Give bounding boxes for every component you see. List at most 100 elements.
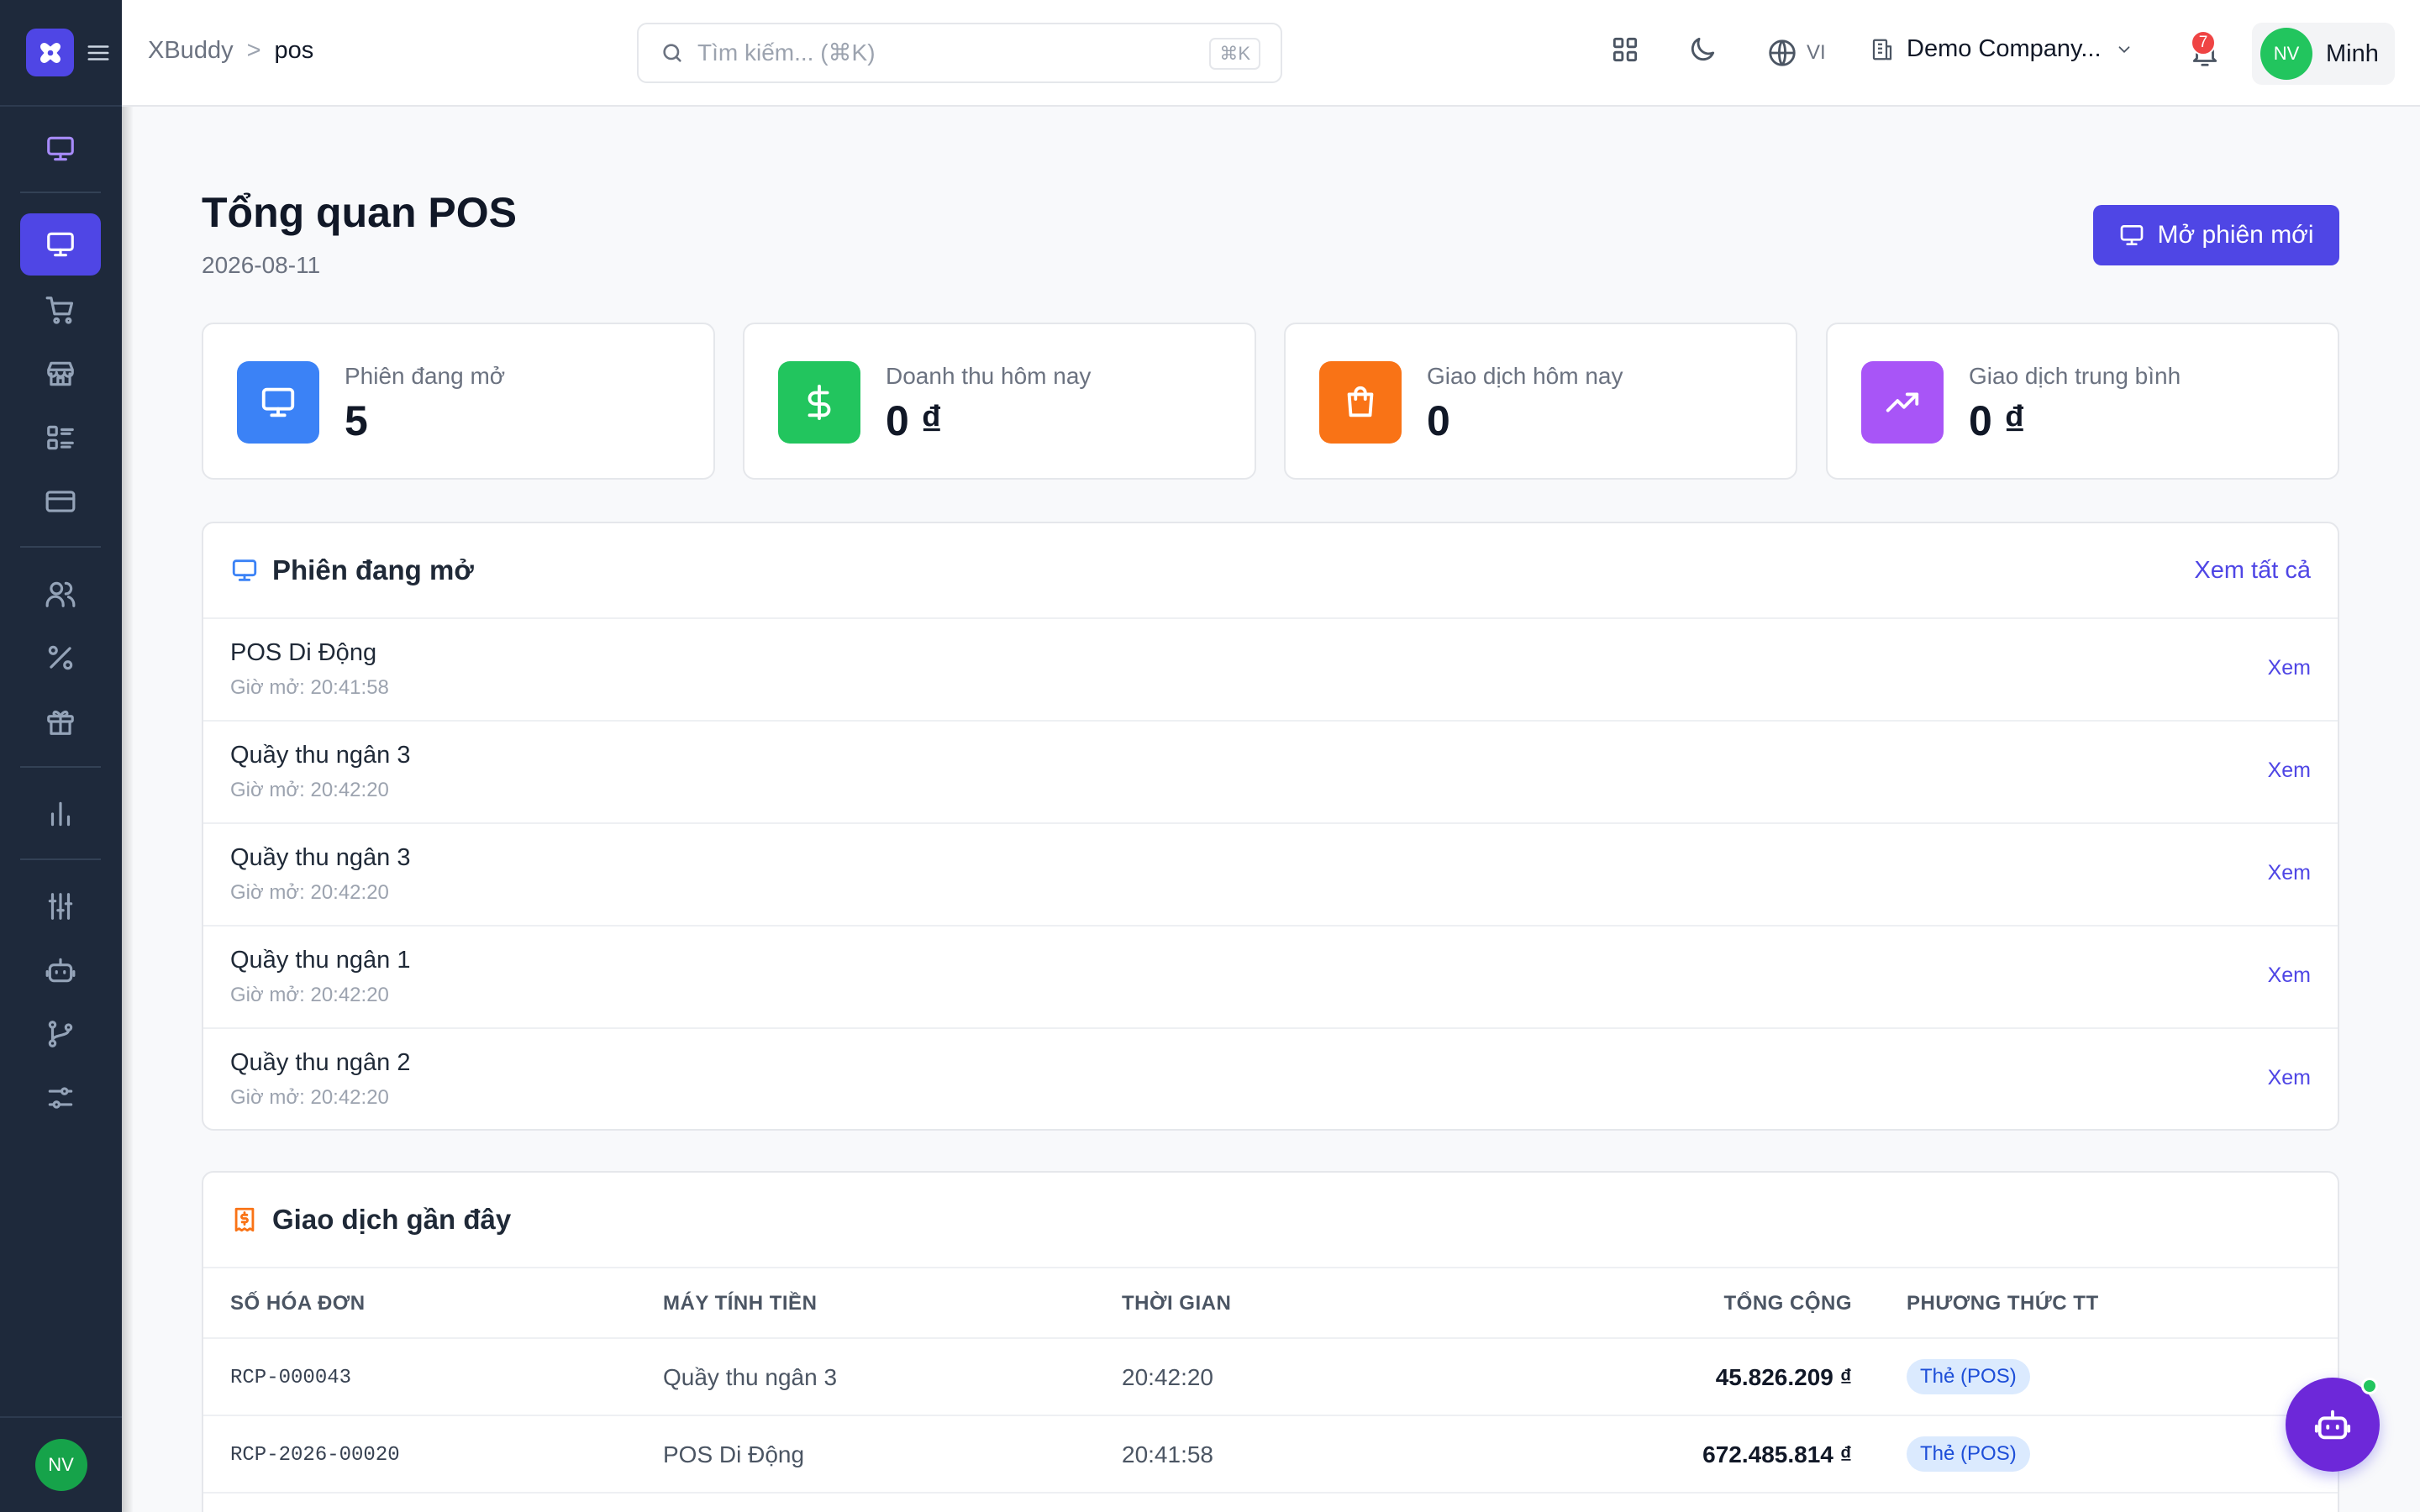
sidebar-item-settings[interactable] (20, 1067, 101, 1129)
dollar-icon (808, 384, 831, 421)
search-bar[interactable]: ⌘K (637, 23, 1282, 83)
view-session-link[interactable]: Xem (2268, 861, 2311, 885)
trending-up-icon (1886, 392, 1919, 412)
monitor-icon (232, 559, 257, 581)
breadcrumb: XBuddy > pos (148, 37, 313, 65)
open-new-session-button[interactable]: Mở phiên mới (2093, 205, 2339, 265)
view-session-link[interactable]: Xem (2268, 963, 2311, 988)
card-header: Giao dịch gần đây (203, 1173, 2338, 1268)
session-open-time: Giờ mở: 20:42:20 (230, 1086, 389, 1109)
column-header: MÁY TÍNH TIỀN (663, 1292, 818, 1315)
sidebar-item-pos-overview[interactable] (20, 213, 101, 276)
theme-toggle-button[interactable] (1686, 34, 1718, 66)
column-header: SỐ HÓA ĐƠN (230, 1292, 366, 1315)
monitor-icon (47, 136, 74, 161)
app-logo[interactable] (26, 29, 74, 76)
stat-card-average-transaction: Giao dịch trung bình 0 ₫ (1826, 323, 2339, 480)
grid-icon (1612, 37, 1638, 62)
stat-card-open-sessions: Phiên đang mở 5 (202, 323, 715, 480)
list-item: Quầy thu ngân 3 Giờ mở: 20:42:20 Xem (203, 824, 2338, 927)
sidebar-user-avatar[interactable]: NV (34, 1439, 87, 1491)
column-header: TỔNG CỘNG (1723, 1292, 1852, 1315)
sidebar-item-stores[interactable] (20, 343, 101, 405)
search-input[interactable] (697, 39, 1168, 66)
apps-button[interactable] (1609, 34, 1641, 66)
table-row[interactable]: RCP-2026-00020 POS Di Động 20:41:58 672.… (203, 1416, 2338, 1494)
view-session-link[interactable]: Xem (2268, 759, 2311, 783)
store-icon (47, 361, 74, 386)
view-session-link[interactable]: Xem (2268, 656, 2311, 680)
stat-icon-box (778, 361, 860, 444)
receipt-icon (234, 1207, 255, 1232)
monitor-icon (2121, 225, 2144, 245)
stat-value: 0 ₫ (1969, 397, 2026, 444)
sidebar-item-gifts[interactable] (20, 690, 101, 753)
session-open-time: Giờ mở: 20:42:20 (230, 984, 389, 1006)
card-title: Phiên đang mở (272, 554, 474, 585)
gift-icon (47, 710, 74, 735)
invoice-number: RCP-000043 (230, 1367, 352, 1389)
sidebar-shadow (122, 0, 134, 1512)
list-item: Quầy thu ngân 2 Giờ mở: 20:42:20 Xem (203, 1029, 2338, 1129)
stat-card-transactions-today: Giao dịch hôm nay 0 (1284, 323, 1797, 480)
stat-label: Doanh thu hôm nay (886, 363, 1092, 389)
bar-chart-icon (50, 801, 71, 827)
sidebar-item-reports[interactable] (20, 783, 101, 845)
sidebar: NV (0, 0, 122, 1512)
sidebar-item-customers[interactable] (20, 563, 101, 625)
column-header: THỜI GIAN (1122, 1292, 1232, 1315)
card-header: Phiên đang mở Xem tất cả (203, 523, 2338, 619)
percent-icon (48, 645, 73, 670)
open-new-session-label: Mở phiên mới (2157, 221, 2314, 249)
online-status-dot (2361, 1378, 2378, 1394)
git-branch-icon (48, 1021, 73, 1047)
sidebar-item-discounts[interactable] (20, 627, 101, 689)
sidebar-item-payments[interactable] (20, 470, 101, 533)
payment-method-badge: Thẻ (POS) (1907, 1436, 2030, 1472)
sidebar-item-configuration[interactable] (20, 875, 101, 937)
open-sessions-card: Phiên đang mở Xem tất cả POS Di Động Giờ… (202, 522, 2339, 1131)
user-menu[interactable]: NV Minh (2252, 23, 2395, 85)
sidebar-item-workflow[interactable] (20, 1003, 101, 1065)
avatar: NV (2260, 28, 2312, 80)
top-header: XBuddy > pos ⌘K VI Demo Company... 7 NV … (122, 0, 2420, 107)
credit-card-icon (45, 491, 76, 512)
sidebar-divider (20, 192, 101, 193)
monitor-icon (261, 387, 295, 417)
bot-icon (2314, 1410, 2351, 1440)
table-row[interactable]: RCP-000043 Quầy thu ngân 3 20:42:20 45.8… (203, 1339, 2338, 1416)
list-icon (47, 425, 74, 450)
session-name: Quầy thu ngân 3 (230, 742, 411, 769)
language-switcher[interactable]: VI (1766, 37, 1826, 69)
building-icon (1872, 39, 1892, 60)
page-date: 2026-08-11 (202, 252, 321, 278)
view-all-link[interactable]: Xem tất cả (2194, 557, 2311, 585)
breadcrumb-root[interactable]: XBuddy (148, 37, 234, 65)
breadcrumb-separator: > (246, 37, 261, 64)
stat-icon-box (1861, 361, 1944, 444)
menu-toggle-button[interactable] (86, 40, 111, 66)
stat-label: Phiên đang mở (345, 363, 506, 389)
transaction-time: 20:41:58 (1122, 1441, 1213, 1467)
sidebar-footer: NV (0, 1416, 122, 1512)
sidebar-divider (20, 858, 101, 860)
session-open-time: Giờ mở: 20:42:20 (230, 881, 389, 904)
sidebar-item-products[interactable] (20, 407, 101, 469)
globe-icon (1769, 39, 1796, 66)
stat-card-revenue-today: Doanh thu hôm nay 0 ₫ (743, 323, 1256, 480)
transaction-time: 20:42:20 (1122, 1364, 1213, 1390)
sidebar-item-pos-terminal[interactable] (20, 118, 101, 180)
sidebar-item-assistant[interactable] (20, 939, 101, 1001)
session-name: POS Di Động (230, 639, 377, 666)
logo-icon (39, 42, 60, 63)
transaction-total: 672.485.814 ₫ (1702, 1441, 1852, 1467)
company-name: Demo Company... (1907, 35, 2102, 62)
breadcrumb-current: pos (274, 37, 314, 64)
company-switcher[interactable]: Demo Company... (1870, 35, 2133, 63)
view-session-link[interactable]: Xem (2268, 1066, 2311, 1090)
hamburger-icon (87, 45, 109, 60)
stat-label: Giao dịch hôm nay (1427, 363, 1623, 389)
sidebar-item-orders[interactable] (20, 279, 101, 341)
bot-icon (45, 958, 76, 983)
column-header: PHƯƠNG THỨC TT (1907, 1292, 2099, 1315)
